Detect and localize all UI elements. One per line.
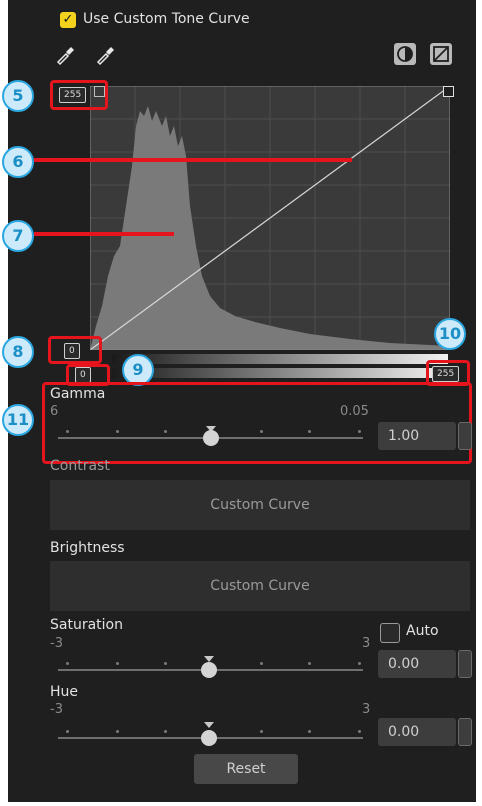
saturation-min: -3 xyxy=(50,636,63,651)
gamma-spinner[interactable] xyxy=(458,422,472,450)
hue-default-marker xyxy=(204,722,214,728)
black-point-eyedropper-icon[interactable] xyxy=(54,44,76,66)
use-custom-tone-curve-label: Use Custom Tone Curve xyxy=(83,11,250,27)
callout-11: 11 xyxy=(2,404,34,436)
curve-endpoint-top[interactable] xyxy=(443,86,454,97)
callout-5: 5 xyxy=(2,80,34,112)
hue-value-field[interactable]: 0.00 xyxy=(378,718,456,746)
saturation-auto-label: Auto xyxy=(406,623,439,639)
saturation-spinner[interactable] xyxy=(458,650,472,678)
brightness-label: Brightness xyxy=(50,540,125,556)
saturation-value-field[interactable]: 0.00 xyxy=(378,650,456,678)
saturation-label: Saturation xyxy=(50,617,123,633)
use-custom-tone-curve-checkbox[interactable]: ✓ xyxy=(60,12,76,28)
callout-7-line xyxy=(34,232,174,236)
contrast-icon xyxy=(397,46,413,62)
input-black-tag[interactable]: 0 xyxy=(75,367,91,383)
gamma-label: Gamma xyxy=(50,386,106,402)
input-gradient-bar xyxy=(112,368,448,378)
callout-7: 7 xyxy=(2,220,34,252)
saturation-max: 3 xyxy=(362,636,371,651)
output-black-tag[interactable]: 0 xyxy=(64,343,80,359)
tone-curve-graph[interactable] xyxy=(90,86,450,350)
brightness-value-box: Custom Curve xyxy=(50,561,470,611)
auto-contrast-button[interactable] xyxy=(394,43,416,65)
gamma-slider-thumb[interactable] xyxy=(203,430,219,446)
reset-curve-button[interactable] xyxy=(430,43,452,65)
output-white-tag[interactable]: 255 xyxy=(59,87,87,103)
hue-max: 3 xyxy=(362,702,371,717)
gamma-value-field[interactable]: 1.00 xyxy=(378,422,456,450)
callout-6-line xyxy=(34,158,352,162)
contrast-value-box: Custom Curve xyxy=(50,480,470,530)
callout-6: 6 xyxy=(2,146,34,178)
gamma-min: 6 xyxy=(50,404,59,419)
hue-label: Hue xyxy=(50,684,79,700)
callout-8: 8 xyxy=(2,336,34,368)
output-gradient-bar xyxy=(112,354,448,364)
callout-10: 10 xyxy=(434,318,466,350)
saturation-auto-checkbox[interactable] xyxy=(380,623,400,643)
white-point-eyedropper-icon[interactable] xyxy=(94,44,116,66)
tone-curve-panel: ✓ Use Custom Tone Curve 5 255 6 7 8 0 0 … xyxy=(2,0,476,802)
linear-curve-icon xyxy=(433,46,449,62)
gamma-max: 0.05 xyxy=(340,404,369,419)
hue-min: -3 xyxy=(50,702,63,717)
hue-spinner[interactable] xyxy=(458,718,472,746)
contrast-label: Contrast xyxy=(50,458,110,474)
hue-slider-thumb[interactable] xyxy=(201,730,217,746)
input-white-tag[interactable]: 255 xyxy=(432,366,460,382)
reset-button[interactable]: Reset xyxy=(194,754,298,784)
saturation-slider-thumb[interactable] xyxy=(201,662,217,678)
